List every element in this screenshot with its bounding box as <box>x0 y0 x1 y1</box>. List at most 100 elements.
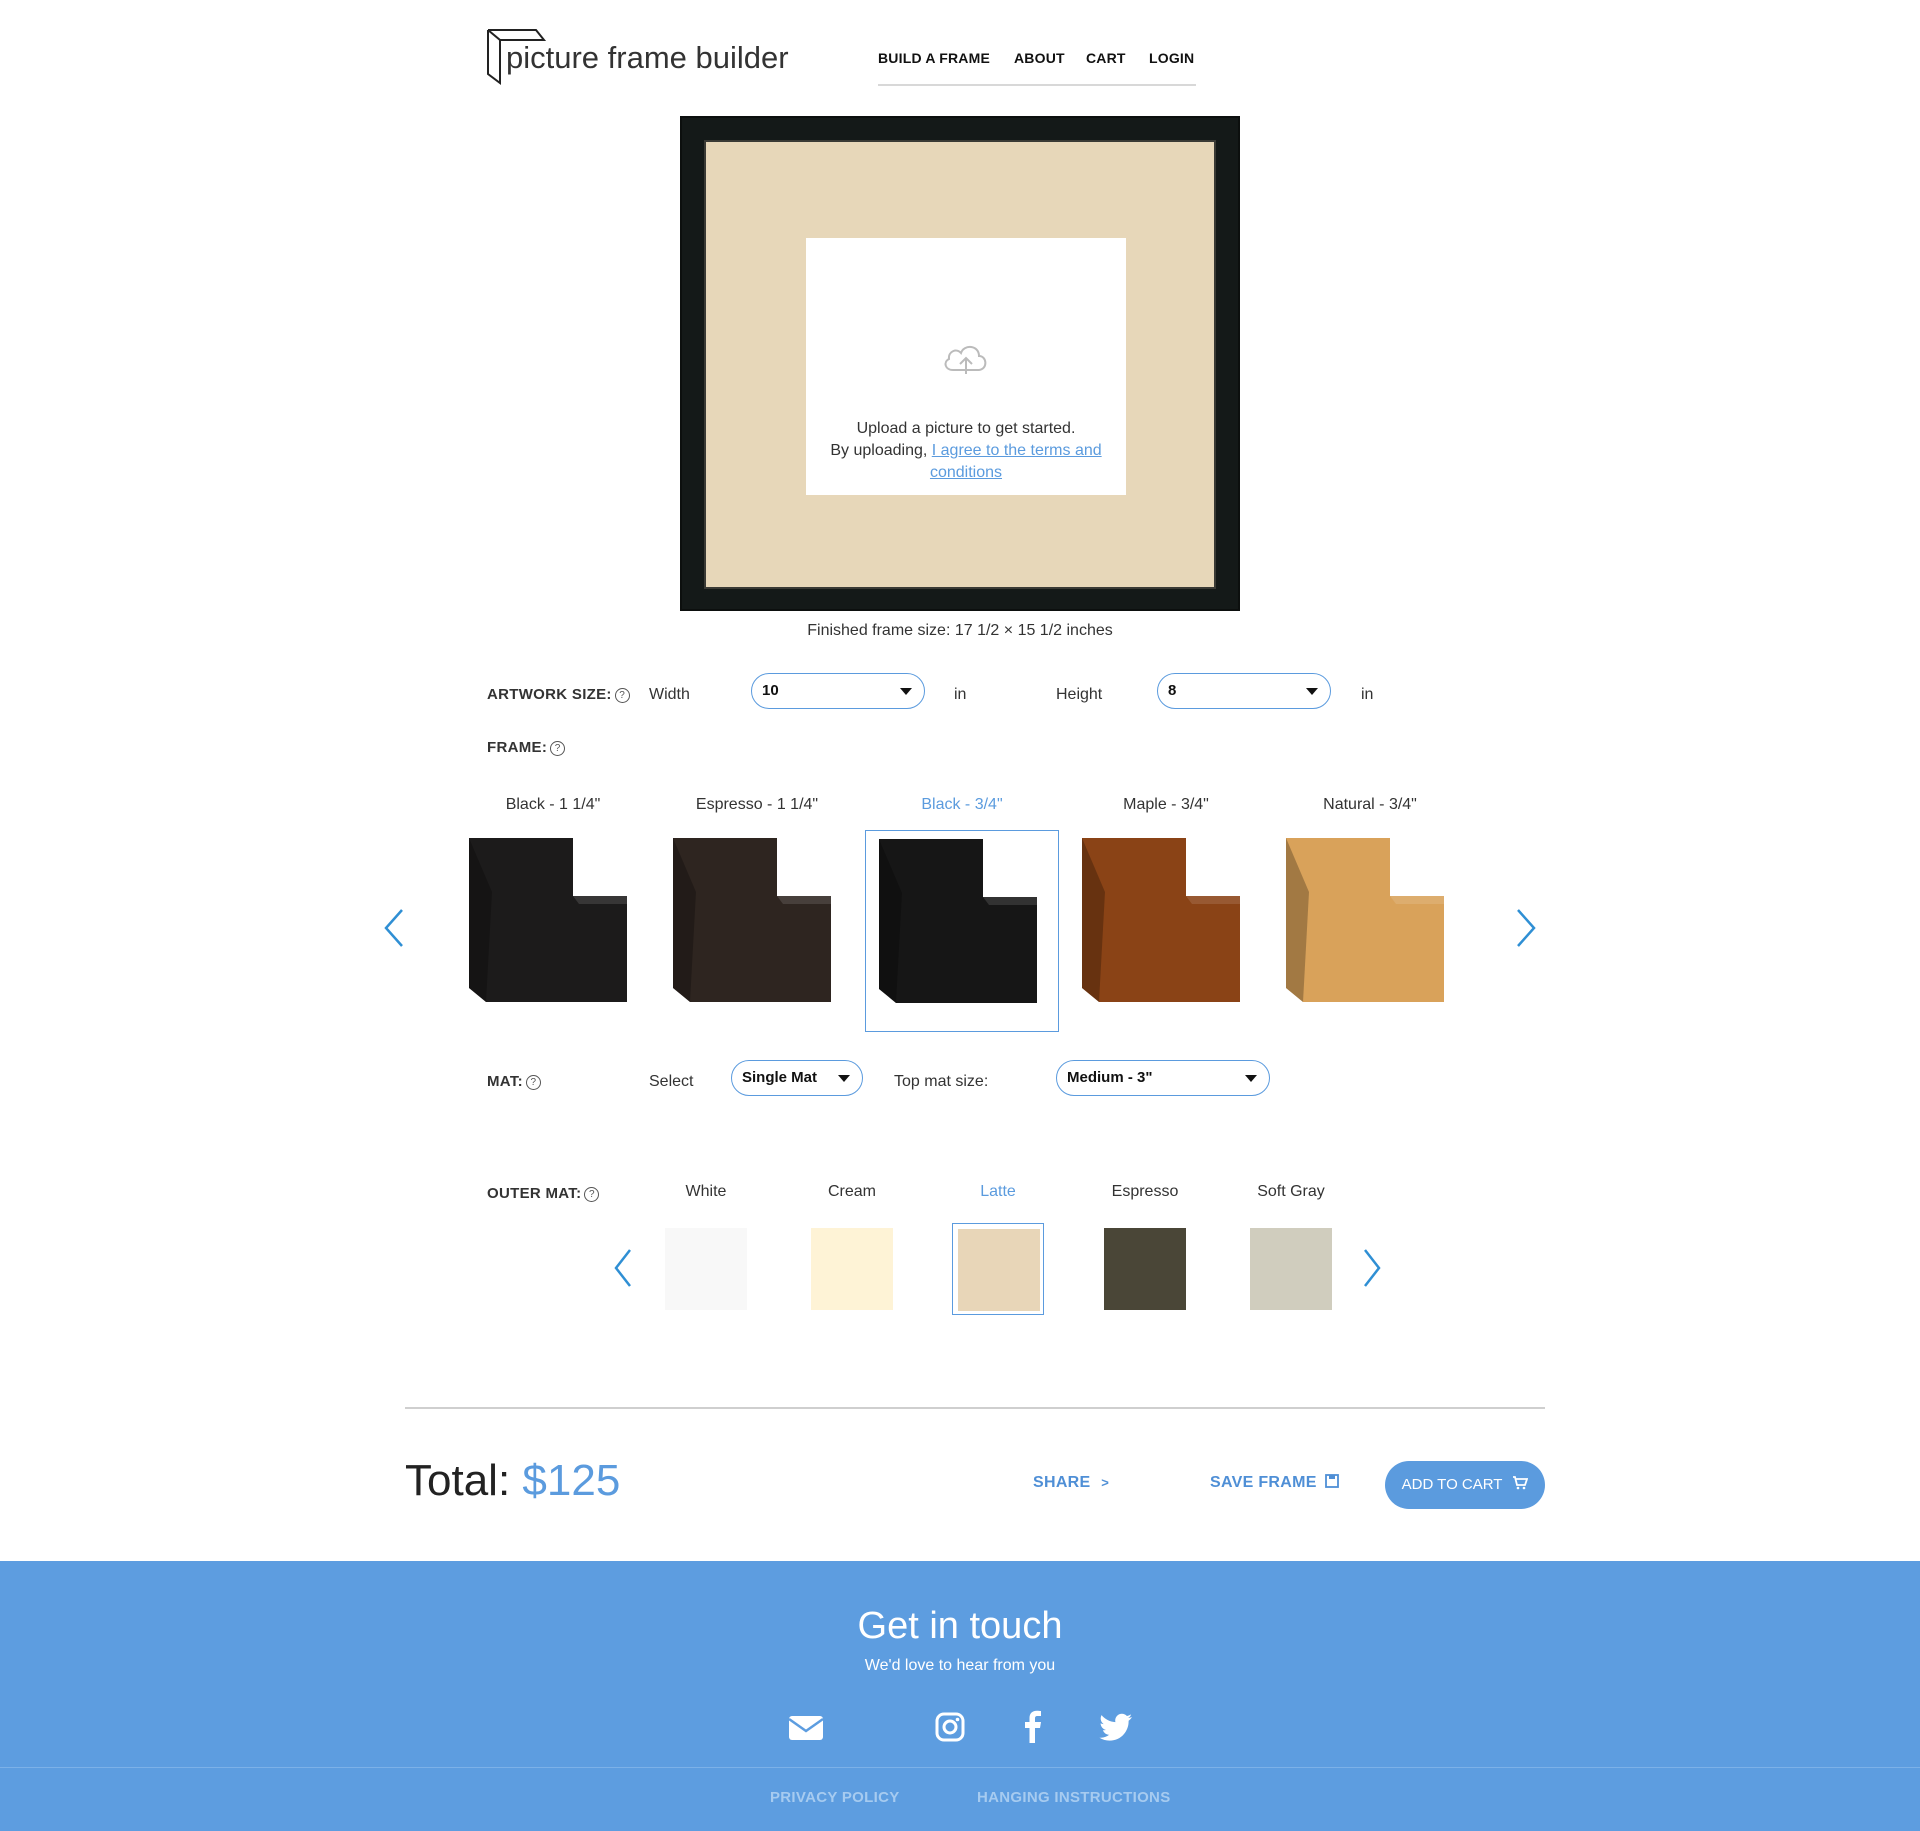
mat-label: MAT:? <box>487 1073 541 1090</box>
frame-option-name: Natural - 3/4" <box>1323 796 1417 813</box>
frame-option[interactable]: Black - 3/4" <box>864 796 1060 1032</box>
artwork-size-help-icon[interactable]: ? <box>614 688 630 703</box>
frame-label: FRAME:? <box>487 739 566 756</box>
outer-mat-swatch <box>1250 1228 1332 1310</box>
artwork-size-text: ARTWORK SIZE: <box>487 686 612 703</box>
height-value: 8 <box>1168 682 1177 699</box>
twitter-icon[interactable] <box>1096 1709 1136 1745</box>
add-to-cart-label: ADD TO CART <box>1401 1476 1503 1493</box>
top-mat-size-select[interactable]: Medium - 3" <box>1056 1060 1270 1096</box>
outer-mat-option[interactable]: Espresso <box>1085 1183 1205 1315</box>
frame-label-text: FRAME: <box>487 739 548 756</box>
frame-option[interactable]: Natural - 3/4" <box>1272 796 1468 1032</box>
frame-preview: Upload a picture to get started. By uplo… <box>680 116 1240 611</box>
instagram-icon[interactable] <box>930 1709 970 1745</box>
mat-select-label: Select <box>649 1073 694 1090</box>
cloud-upload-icon <box>944 346 987 374</box>
save-frame-label: SAVE FRAME <box>1210 1474 1317 1491</box>
mat-type-select[interactable]: Single Mat <box>731 1060 863 1096</box>
outer-mat-option-name: Soft Gray <box>1257 1183 1325 1200</box>
frame-option[interactable]: Black - 1 1/4" <box>455 796 651 1032</box>
hanging-instructions-link[interactable]: HANGING INSTRUCTIONS <box>977 1789 1171 1806</box>
frame-option-name: Maple - 3/4" <box>1123 796 1209 813</box>
frame-corner-swatch <box>1273 830 1467 1032</box>
nav-cart[interactable]: CART <box>1086 50 1126 66</box>
width-select[interactable]: 10 <box>751 673 925 709</box>
chevron-down-icon <box>1306 688 1318 695</box>
nav-login[interactable]: LOGIN <box>1149 50 1194 66</box>
outer-mat-option-name: Latte <box>980 1183 1016 1200</box>
outer-mat-swatch-wrap <box>806 1223 898 1315</box>
footer: Get in touch We'd love to hear from you … <box>0 1561 1920 1831</box>
nav-build-a-frame[interactable]: BUILD A FRAME <box>878 50 990 66</box>
frame-prev-arrow-icon[interactable] <box>380 908 410 948</box>
mat-type-value: Single Mat <box>742 1069 818 1086</box>
share-button[interactable]: SHARE > <box>1033 1474 1109 1492</box>
width-label: Width <box>649 686 690 703</box>
upload-instructions: Upload a picture to get started. By uplo… <box>806 418 1126 484</box>
height-select[interactable]: 8 <box>1157 673 1331 709</box>
height-unit: in <box>1361 686 1374 703</box>
chevron-down-icon <box>838 1075 850 1082</box>
outer-mat-label: OUTER MAT:? <box>487 1185 600 1202</box>
frame-help-icon[interactable]: ? <box>550 741 566 756</box>
facebook-icon[interactable] <box>1013 1709 1053 1745</box>
frame-option[interactable]: Maple - 3/4" <box>1068 796 1264 1032</box>
frame-corner-swatch <box>456 830 650 1032</box>
outer-mat-swatch-wrap <box>1099 1223 1191 1315</box>
cart-icon <box>1513 1476 1529 1490</box>
width-unit: in <box>954 686 967 703</box>
frame-option-name: Espresso - 1 1/4" <box>695 796 819 813</box>
outer-mat-option-name: Espresso <box>1111 1183 1179 1200</box>
outer-mat-option[interactable]: Soft Gray <box>1231 1183 1351 1315</box>
outer-mat-help-icon[interactable]: ? <box>584 1187 600 1202</box>
outer-mat-option[interactable]: Cream <box>792 1183 912 1315</box>
upload-line-1: Upload a picture to get started. <box>856 420 1076 437</box>
outer-mat-swatch-wrap <box>952 1223 1044 1315</box>
upload-line-2: By uploading, <box>830 442 932 459</box>
frame-option-name: Black - 1 1/4" <box>505 796 601 813</box>
outer-mat-option[interactable]: Latte <box>938 1183 1058 1315</box>
mat-next-arrow-icon[interactable] <box>1355 1248 1385 1288</box>
outer-mat-option[interactable]: White <box>646 1183 766 1315</box>
frame-option[interactable]: Espresso - 1 1/4" <box>659 796 855 1032</box>
finished-frame-size: Finished frame size: 17 1/2 × 15 1/2 inc… <box>807 622 1113 639</box>
frame-corner-swatch <box>660 830 854 1032</box>
brand-name: picture frame builder <box>506 40 789 75</box>
width-value: 10 <box>762 682 779 699</box>
artwork-size-label: ARTWORK SIZE:? <box>487 686 630 703</box>
terms-link[interactable]: I agree to the terms and conditions <box>930 442 1102 481</box>
chevron-down-icon <box>1245 1075 1257 1082</box>
share-label: SHARE <box>1033 1474 1091 1491</box>
logo[interactable]: picture frame builder <box>486 28 789 86</box>
top-mat-size-label: Top mat size: <box>894 1073 989 1090</box>
outer-mat-swatch <box>958 1229 1040 1311</box>
add-to-cart-button[interactable]: ADD TO CART <box>1385 1461 1545 1509</box>
footer-title: Get in touch <box>857 1605 1063 1647</box>
mat-preview: Upload a picture to get started. By uplo… <box>704 140 1216 589</box>
outer-mat-option-name: White <box>685 1183 727 1200</box>
total: Total: $125 <box>405 1456 620 1506</box>
chevron-down-icon <box>900 688 912 695</box>
outer-mat-swatch <box>811 1228 893 1310</box>
total-label: Total: <box>405 1456 511 1505</box>
outer-mat-option-name: Cream <box>827 1183 876 1200</box>
save-frame-button[interactable]: SAVE FRAME <box>1210 1474 1340 1492</box>
footer-divider <box>0 1767 1920 1768</box>
outer-mat-swatch <box>665 1228 747 1310</box>
mat-prev-arrow-icon[interactable] <box>610 1248 640 1288</box>
frame-option-name: Black - 3/4" <box>921 796 1003 813</box>
nav-about[interactable]: ABOUT <box>1014 50 1065 66</box>
divider <box>405 1407 1545 1409</box>
share-arrow-icon: > <box>1101 1475 1110 1490</box>
height-label: Height <box>1056 686 1103 703</box>
main-nav: BUILD A FRAME ABOUT CART LOGIN <box>878 48 1196 86</box>
frame-next-arrow-icon[interactable] <box>1510 908 1540 948</box>
footer-subtitle: We'd love to hear from you <box>864 1657 1056 1674</box>
privacy-policy-link[interactable]: PRIVACY POLICY <box>770 1789 900 1806</box>
upload-dropzone[interactable]: Upload a picture to get started. By uplo… <box>806 238 1126 495</box>
mat-help-icon[interactable]: ? <box>525 1075 541 1090</box>
email-icon[interactable] <box>786 1709 826 1745</box>
top-mat-size-value: Medium - 3" <box>1067 1069 1153 1086</box>
frame-corner-swatch <box>1069 830 1263 1032</box>
